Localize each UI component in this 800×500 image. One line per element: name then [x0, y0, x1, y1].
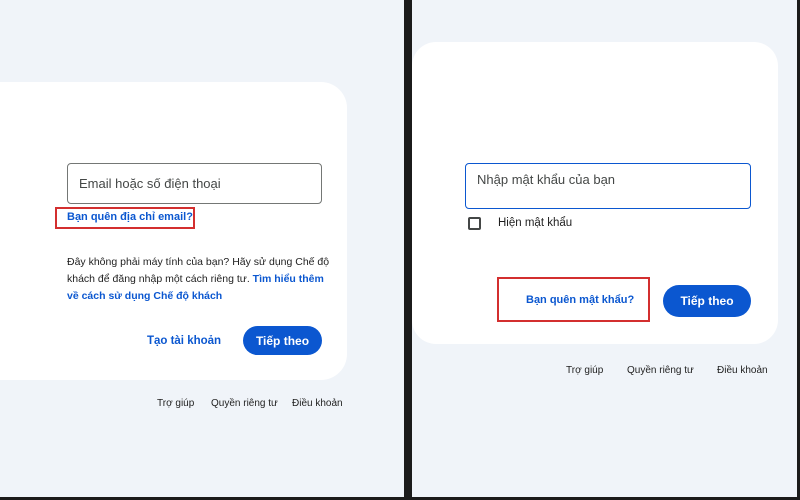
footer-help-link[interactable]: Trợ giúp [566, 365, 603, 376]
footer-help-link[interactable]: Trợ giúp [157, 398, 194, 409]
footer-terms-link[interactable]: Điều khoản [292, 398, 343, 409]
next-button[interactable]: Tiếp theo [243, 326, 322, 355]
email-step-panel: Email hoặc số điện thoại Bạn quên địa ch… [0, 0, 404, 500]
footer-terms-link[interactable]: Điều khoản [717, 365, 768, 376]
show-password-label: Hiện mật khẩu [498, 217, 573, 229]
email-field[interactable]: Email hoặc số điện thoại [67, 163, 322, 204]
email-field-placeholder: Email hoặc số điện thoại [79, 176, 221, 191]
password-step-panel: Nhập mật khẩu của bạn Hiện mật khẩu Bạn … [412, 0, 800, 500]
footer-privacy-link[interactable]: Quyền riêng tư [211, 398, 278, 409]
panel-divider [404, 0, 412, 500]
guest-mode-info: Đây không phải máy tính của bạn? Hãy sử … [67, 254, 332, 305]
password-field[interactable]: Nhập mật khẩu của bạn [465, 163, 751, 209]
next-button[interactable]: Tiếp theo [663, 285, 751, 317]
show-password-checkbox[interactable] [468, 217, 481, 230]
create-account-button[interactable]: Tạo tài khoản [142, 328, 226, 354]
footer-privacy-link[interactable]: Quyền riêng tư [627, 365, 694, 376]
password-field-placeholder: Nhập mật khẩu của bạn [477, 172, 616, 187]
forgot-email-link[interactable]: Bạn quên địa chỉ email? [67, 211, 193, 223]
forgot-password-link[interactable]: Bạn quên mật khẩu? [526, 294, 634, 306]
